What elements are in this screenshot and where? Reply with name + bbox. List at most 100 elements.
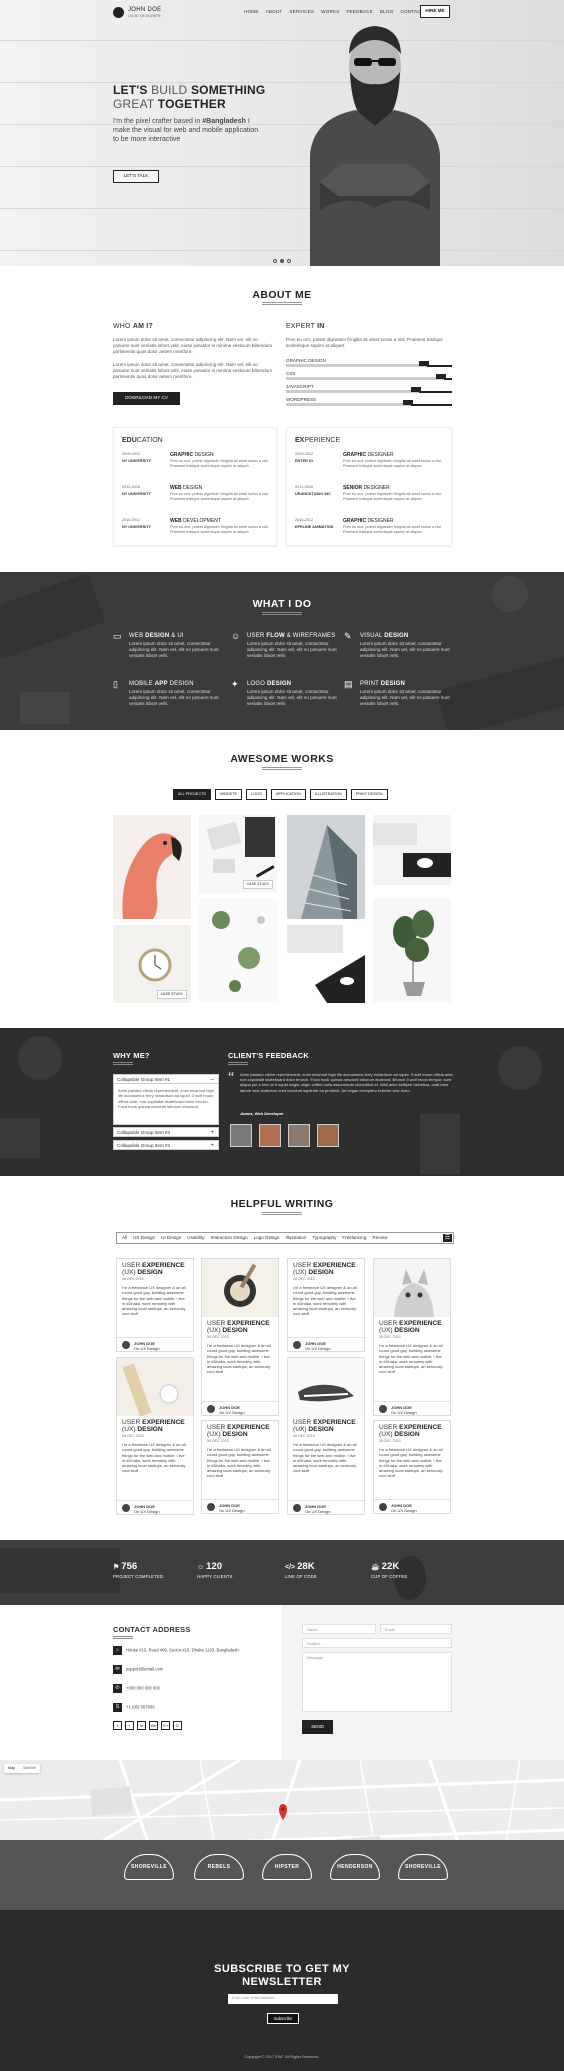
work-item-laptop[interactable] (287, 925, 365, 1003)
blog-post-card[interactable]: USER EXPERIENCE (UX) DESIGN 08 DEC 2015 I'm… (116, 1258, 194, 1352)
work-item-building[interactable] (287, 815, 365, 919)
email-icon: ✉ (113, 1665, 122, 1674)
contact-email[interactable]: ✉ support@email.com (113, 1665, 293, 1674)
blog-filter-illustration[interactable]: Illustration (285, 1235, 306, 1241)
blog-post-author[interactable]: JOHN DOE On UX Design (202, 1499, 278, 1513)
brush-icon: ✎ (344, 631, 352, 641)
nav-home[interactable]: HOME (244, 9, 259, 15)
blog-post-card[interactable]: USER EXPERIENCE (UX) DESIGN 08 DEC 2015 I'm… (373, 1258, 451, 1416)
client-avatar-4[interactable] (317, 1124, 339, 1147)
site-logo[interactable]: JOHN DOE UX/UI DESIGNER (113, 6, 161, 19)
blog-filter-usability[interactable]: Usability (187, 1235, 204, 1241)
service-title: WEB DESIGN & UI (129, 633, 184, 639)
blog-post-card[interactable]: USER EXPERIENCE (UX) DESIGN 08 DEC 2015 I'm… (287, 1258, 365, 1352)
entry-text: Pom eu orci, potest dignissim fringilla … (343, 492, 442, 501)
send-button[interactable]: SEND (302, 1720, 333, 1734)
blog-post-title[interactable]: USER EXPERIENCE (UX) DESIGN (202, 1421, 278, 1438)
stat-value: ⚑ 756 (113, 1561, 138, 1572)
subscribe-button[interactable]: Subscribe (267, 2013, 299, 2024)
blog-post-card[interactable]: USER EXPERIENCE (UX) DESIGN 08 DEC 2015 I'm… (116, 1357, 194, 1515)
linkedin-icon[interactable]: in (137, 1721, 146, 1730)
message-field[interactable]: Message (302, 1652, 452, 1712)
name-field[interactable]: Name (302, 1624, 376, 1634)
entry-text: Pom eu orci, potest dignissim fringilla … (343, 525, 442, 534)
blog-filter-typography[interactable]: Typography (312, 1235, 336, 1241)
blog-post-title[interactable]: USER EXPERIENCE (UX) DESIGN (117, 1416, 193, 1433)
who-am-i-text-2: Lorem ipsum dolor sit amet, consectetur … (113, 362, 273, 379)
blog-post-title[interactable]: USER EXPERIENCE (UX) DESIGN (202, 1317, 278, 1334)
client-avatar-3[interactable] (288, 1124, 310, 1147)
blog-filter-bar: All UX Design UI Design Usability Interactio… (116, 1232, 454, 1244)
map-button[interactable]: Map (4, 1764, 19, 1773)
blog-filter-freelancing[interactable]: Freelancing (342, 1235, 366, 1241)
slider-dot[interactable] (273, 259, 277, 263)
blog-filter-ux-design[interactable]: UX Design (133, 1235, 155, 1241)
grid-view-icon[interactable]: ☰ (443, 1234, 452, 1242)
blog-post-title[interactable]: USER EXPERIENCE (UX) DESIGN (288, 1259, 364, 1276)
education-heading: EDUCATION (122, 437, 163, 444)
blog-filter-interaction-design[interactable]: Interaction Design (211, 1235, 248, 1241)
work-item-plants[interactable] (199, 898, 277, 1002)
accordion-item-2[interactable]: Collapsible Group Item #4 + (113, 1127, 219, 1137)
download-cv-button[interactable]: DOWNLOAD MY CV (113, 392, 180, 405)
skill-bar: JAVASCRIPT (286, 384, 452, 398)
blog-post-author[interactable]: JOHN DOE On UX Design (117, 1337, 193, 1351)
keyboard-background-image (0, 1548, 426, 1600)
dribbble-icon[interactable]: D (173, 1721, 182, 1730)
blog-post-title[interactable]: USER EXPERIENCE (UX) DESIGN (288, 1416, 364, 1433)
blog-post-title[interactable]: USER EXPERIENCE (UX) DESIGN (374, 1317, 450, 1334)
blog-filter-review[interactable]: Review (372, 1235, 387, 1241)
blog-post-card[interactable]: USER EXPERIENCE (UX) DESIGN 08 DEC 2015 I'm… (201, 1258, 279, 1416)
entry-role: GRAPHIC DESIGNER (343, 518, 394, 524)
satellite-button[interactable]: Satellite (19, 1764, 40, 1773)
client-logo: HENDERSON (330, 1854, 380, 1890)
blog-post-title[interactable]: USER EXPERIENCE (UX) DESIGN (374, 1421, 450, 1438)
blog-post-author[interactable]: JOHN DOE On UX Design (374, 1401, 450, 1415)
filter-website[interactable]: WEBSITE (214, 789, 243, 801)
email-field[interactable]: Email (380, 1624, 452, 1634)
filter-print-design[interactable]: PRINT DESIGN (350, 789, 388, 801)
blog-post-author[interactable]: JOHN DOE On UX Design (374, 1499, 450, 1513)
accordion-item-3[interactable]: Collapsible Group Item #3 + (113, 1140, 219, 1150)
subject-field[interactable]: Subject (302, 1638, 452, 1648)
entry-text: Pom eu orci, potest dignissim fringilla … (170, 492, 269, 501)
work-item-watch[interactable]: CASE STUDY (113, 925, 191, 1003)
work-item-keyboard[interactable] (373, 815, 451, 885)
work-item-flamingo[interactable] (113, 815, 191, 919)
slider-dot[interactable] (287, 259, 291, 263)
blog-filter-logo-design[interactable]: Logo Design (254, 1235, 280, 1241)
filter-illustration[interactable]: ILLUSTRATION (309, 789, 347, 801)
client-avatar-2[interactable] (259, 1124, 281, 1147)
twitter-icon[interactable]: t (125, 1721, 134, 1730)
contact-phone[interactable]: ✆ +000 000 000 000 (113, 1684, 293, 1693)
lets-talk-button[interactable]: LET'S TALK (113, 170, 159, 183)
blog-post-author[interactable]: JOHN DOE On UX Design (288, 1500, 364, 1514)
skill-fill (286, 377, 444, 380)
blog-post-card[interactable]: USER EXPERIENCE (UX) DESIGN 08 DEC 2015 I'm… (201, 1420, 279, 1514)
experience-heading: EXPERIENCE (295, 437, 341, 444)
blog-post-card[interactable]: USER EXPERIENCE (UX) DESIGN 08 DEC 2015 I'm… (373, 1420, 451, 1514)
stat-item: ⚑ 756 PROJECT COMPLETED (113, 1561, 163, 1580)
facebook-icon[interactable]: f (113, 1721, 122, 1730)
blog-post-author[interactable]: JOHN DOE On UX Design (288, 1337, 364, 1351)
blog-filter-ui-design[interactable]: UI Design (161, 1235, 181, 1241)
blog-post-title[interactable]: USER EXPERIENCE (UX) DESIGN (117, 1259, 193, 1276)
filter-logo[interactable]: LOGO (246, 789, 268, 801)
blog-post-date: 08 DEC 2015 (207, 1439, 229, 1444)
behance-icon[interactable]: Be (149, 1721, 158, 1730)
nav-about[interactable]: ABOUT (266, 9, 283, 15)
work-item-desk[interactable]: CASE STUDY (199, 815, 277, 893)
client-avatar-1[interactable] (230, 1124, 252, 1147)
blog-post-author[interactable]: JOHN DOE On UX Design (117, 1500, 193, 1514)
contact-skype[interactable]: S +1 (00) 567890 (113, 1703, 293, 1712)
google-plus-icon[interactable]: G+ (161, 1721, 170, 1730)
slider-dot-active[interactable] (280, 259, 284, 263)
blog-post-author[interactable]: JOHN DOE On UX Design (202, 1401, 278, 1415)
filter-application[interactable]: APPLICATION (271, 789, 306, 801)
work-item-plant-pot[interactable] (373, 898, 451, 1002)
accordion-item-1[interactable]: Collapsible Group Item #1– (113, 1074, 219, 1084)
newsletter-email-input[interactable]: Enter your email address (228, 1994, 338, 2004)
blog-filter-all[interactable]: All (122, 1235, 127, 1241)
blog-post-card[interactable]: USER EXPERIENCE (UX) DESIGN 08 DEC 2015 I'm… (287, 1357, 365, 1515)
filter-all-projects[interactable]: ALL PROJECTS (173, 789, 211, 801)
